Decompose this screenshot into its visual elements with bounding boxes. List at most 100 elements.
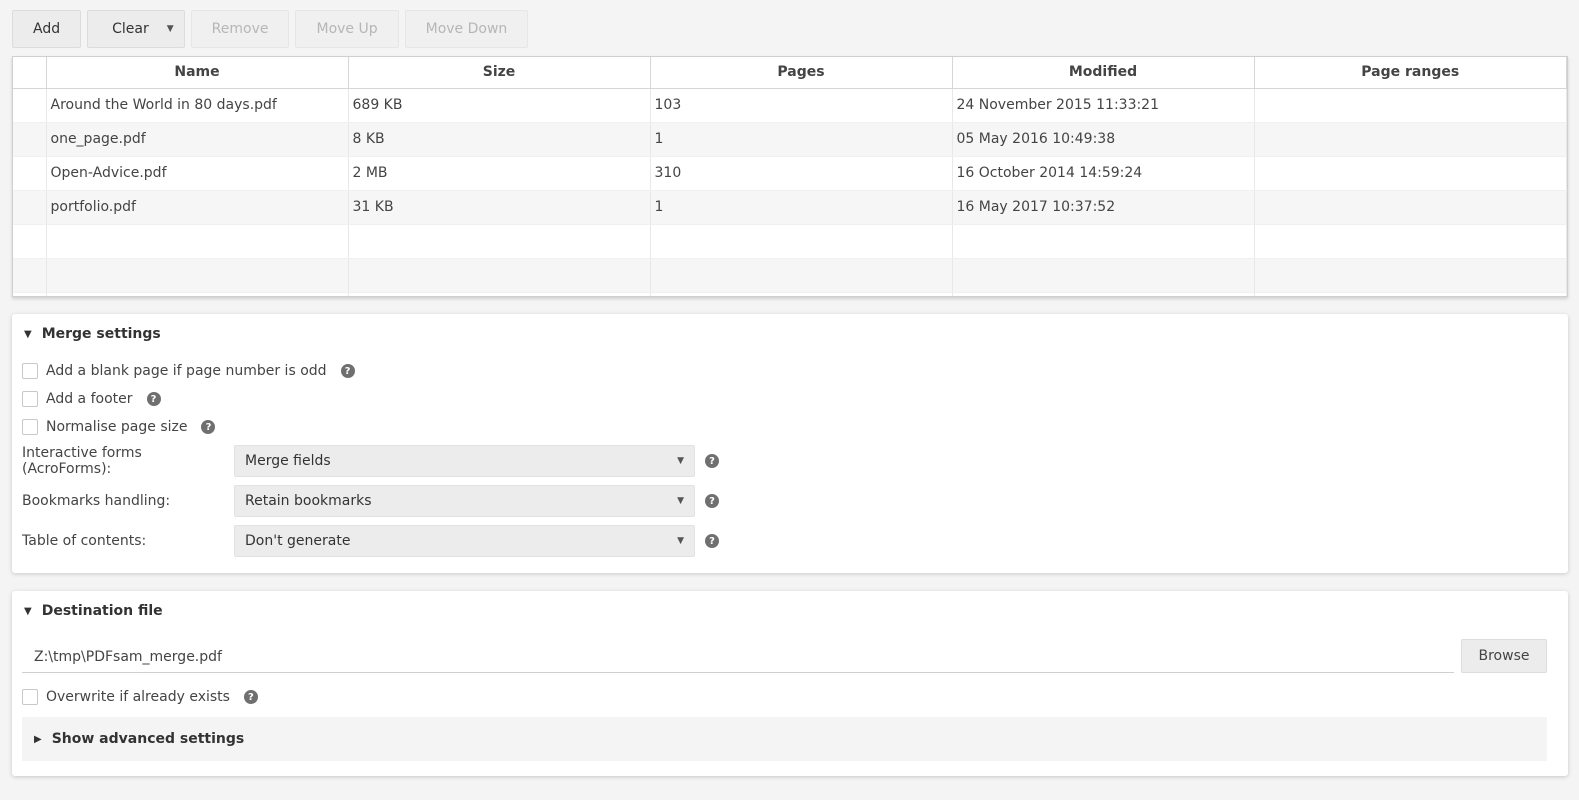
empty-cell <box>1254 258 1567 293</box>
modified-cell: 24 November 2015 11:33:21 <box>952 88 1255 123</box>
empty-cell <box>952 224 1255 259</box>
chevron-down-icon: ▼ <box>677 536 684 546</box>
file-table: Name Size Pages Modified Page ranges Aro… <box>12 56 1568 297</box>
size-cell: 31 KB <box>348 190 651 225</box>
column-header-modified[interactable]: Modified <box>952 57 1255 89</box>
row-index-cell <box>13 122 47 157</box>
empty-cell <box>348 292 651 296</box>
merge-settings-panel: ▼ Merge settings Add a blank page if pag… <box>12 314 1568 573</box>
clear-button[interactable]: Clear ▼ <box>87 10 185 48</box>
help-icon[interactable]: ? <box>201 420 216 434</box>
pages-cell: 310 <box>650 156 953 191</box>
modified-cell: 16 May 2017 10:37:52 <box>952 190 1255 225</box>
help-icon[interactable]: ? <box>340 364 355 378</box>
column-header-page-ranges[interactable]: Page ranges <box>1254 57 1567 89</box>
blank-page-option: Add a blank page if page number is odd ? <box>22 363 355 379</box>
acroforms-value: Merge fields <box>245 453 331 469</box>
add-button[interactable]: Add <box>12 10 82 48</box>
bookmarks-select[interactable]: Retain bookmarks ▼ <box>234 485 695 517</box>
empty-cell <box>348 224 651 259</box>
table-row[interactable]: one_page.pdf 8 KB 1 05 May 2016 10:49:38 <box>13 122 1567 157</box>
clear-label: Clear <box>112 21 149 37</box>
name-cell: portfolio.pdf <box>46 190 349 225</box>
table-row[interactable]: Around the World in 80 days.pdf 689 KB 1… <box>13 88 1567 123</box>
footer-label[interactable]: Add a footer <box>46 391 133 407</box>
overwrite-label[interactable]: Overwrite if already exists <box>46 689 230 705</box>
normalise-checkbox[interactable] <box>22 419 38 435</box>
table-header: Name Size Pages Modified Page ranges <box>13 57 1567 89</box>
footer-option: Add a footer ? <box>22 391 161 407</box>
toolbar: Add Clear ▼ Remove Move Up Move Down <box>12 10 529 48</box>
empty-cell <box>952 292 1255 296</box>
size-cell: 2 MB <box>348 156 651 191</box>
page-ranges-cell[interactable] <box>1254 88 1567 123</box>
blank-page-checkbox[interactable] <box>22 363 38 379</box>
page-ranges-cell[interactable] <box>1254 156 1567 191</box>
show-advanced-settings-toggle[interactable]: ▶ Show advanced settings <box>22 717 1547 761</box>
empty-cell <box>46 224 349 259</box>
table-row[interactable]: Open-Advice.pdf 2 MB 310 16 October 2014… <box>13 156 1567 191</box>
move-down-button[interactable]: Move Down <box>404 10 529 48</box>
empty-row <box>13 258 1567 293</box>
remove-button[interactable]: Remove <box>190 10 290 48</box>
destination-file-header[interactable]: ▼ Destination file <box>24 603 163 619</box>
help-icon[interactable]: ? <box>705 534 719 548</box>
overwrite-option: Overwrite if already exists ? <box>22 689 258 705</box>
bookmarks-label: Bookmarks handling: <box>22 493 171 509</box>
overwrite-checkbox[interactable] <box>22 689 38 705</box>
empty-cell <box>13 258 47 293</box>
empty-cell <box>46 258 349 293</box>
table-row[interactable]: portfolio.pdf 31 KB 1 16 May 2017 10:37:… <box>13 190 1567 225</box>
acroforms-select[interactable]: Merge fields ▼ <box>234 445 695 477</box>
destination-file-title: Destination file <box>41 603 163 619</box>
bookmarks-row: Bookmarks handling: Retain bookmarks ▼ ? <box>22 485 719 517</box>
normalise-label[interactable]: Normalise page size <box>46 419 187 435</box>
chevron-down-icon[interactable]: ▼ <box>167 24 174 34</box>
bookmarks-value: Retain bookmarks <box>245 493 372 509</box>
help-icon[interactable]: ? <box>705 494 719 508</box>
destination-path-input[interactable]: Z:\tmp\PDFsam_merge.pdf <box>22 641 1454 673</box>
acroforms-row: Interactive forms (AcroForms): Merge fie… <box>22 445 719 477</box>
modified-cell: 05 May 2016 10:49:38 <box>952 122 1255 157</box>
toc-value: Don't generate <box>245 533 351 549</box>
merge-settings-header[interactable]: ▼ Merge settings <box>24 326 161 342</box>
column-header-size[interactable]: Size <box>348 57 651 89</box>
browse-button[interactable]: Browse <box>1461 639 1547 673</box>
toc-row: Table of contents: Don't generate ▼ ? <box>22 525 719 557</box>
empty-cell <box>46 292 349 296</box>
column-header-index[interactable] <box>13 57 47 89</box>
page-ranges-cell[interactable] <box>1254 122 1567 157</box>
column-header-pages[interactable]: Pages <box>650 57 953 89</box>
acroforms-label: Interactive forms (AcroForms): <box>22 445 142 477</box>
help-icon[interactable]: ? <box>146 392 161 406</box>
name-cell: one_page.pdf <box>46 122 349 157</box>
toc-select[interactable]: Don't generate ▼ <box>234 525 695 557</box>
empty-cell <box>13 224 47 259</box>
row-index-cell <box>13 88 47 123</box>
move-up-button[interactable]: Move Up <box>295 10 399 48</box>
name-cell: Open-Advice.pdf <box>46 156 349 191</box>
help-icon[interactable]: ? <box>243 690 258 704</box>
empty-cell <box>650 292 953 296</box>
empty-row <box>13 224 1567 259</box>
pages-cell: 103 <box>650 88 953 123</box>
empty-cell <box>13 292 47 296</box>
help-icon[interactable]: ? <box>705 454 719 468</box>
toc-label: Table of contents: <box>22 533 147 549</box>
pages-cell: 1 <box>650 190 953 225</box>
empty-cell <box>348 258 651 293</box>
size-cell: 689 KB <box>348 88 651 123</box>
footer-checkbox[interactable] <box>22 391 38 407</box>
show-advanced-settings-label: Show advanced settings <box>51 731 245 747</box>
normalise-option: Normalise page size ? <box>22 419 216 435</box>
page-ranges-cell[interactable] <box>1254 190 1567 225</box>
blank-page-label[interactable]: Add a blank page if page number is odd <box>46 363 327 379</box>
column-header-name[interactable]: Name <box>46 57 349 89</box>
pages-cell: 1 <box>650 122 953 157</box>
empty-row <box>13 292 1567 296</box>
empty-cell <box>650 258 953 293</box>
size-cell: 8 KB <box>348 122 651 157</box>
merge-settings-title: Merge settings <box>41 326 161 342</box>
empty-cell <box>952 258 1255 293</box>
destination-file-panel: ▼ Destination file Z:\tmp\PDFsam_merge.p… <box>12 591 1568 776</box>
